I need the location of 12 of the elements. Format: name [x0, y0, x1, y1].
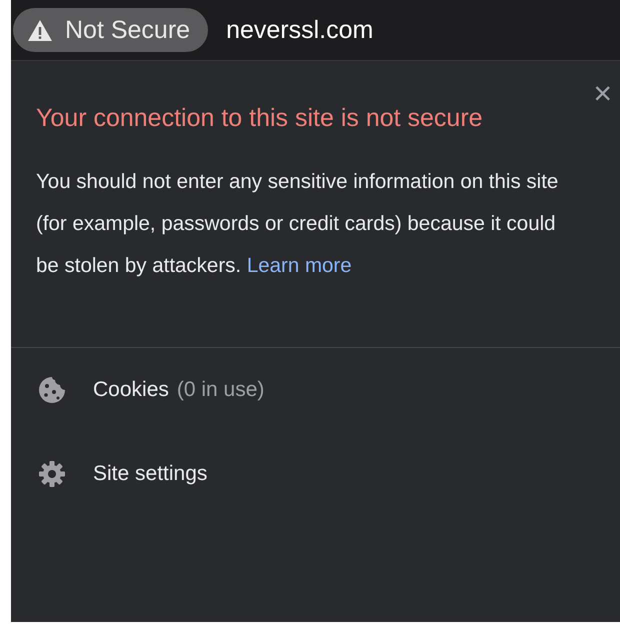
security-chip[interactable]: Not Secure: [13, 8, 208, 52]
close-button[interactable]: ×: [589, 77, 616, 109]
settings-icon: [37, 459, 67, 489]
warning-message: You should not enter any sensitive information on this site (for example, passwords or credit cards) because it could be stolen by attackers. Learn more: [36, 169, 560, 279]
cookie-icon: [37, 375, 67, 405]
menu-item[interactable]: Site settings: [93, 462, 208, 486]
warning-title: Your connection to this site is not secure: [36, 103, 484, 134]
url-text[interactable]: neverssl.com: [226, 16, 374, 44]
menu-item[interactable]: Cookies: [93, 378, 169, 402]
learn-more-link[interactable]: Learn more: [246, 254, 352, 277]
usage-note: (0 in use): [176, 378, 264, 402]
warning-icon: [27, 18, 53, 42]
